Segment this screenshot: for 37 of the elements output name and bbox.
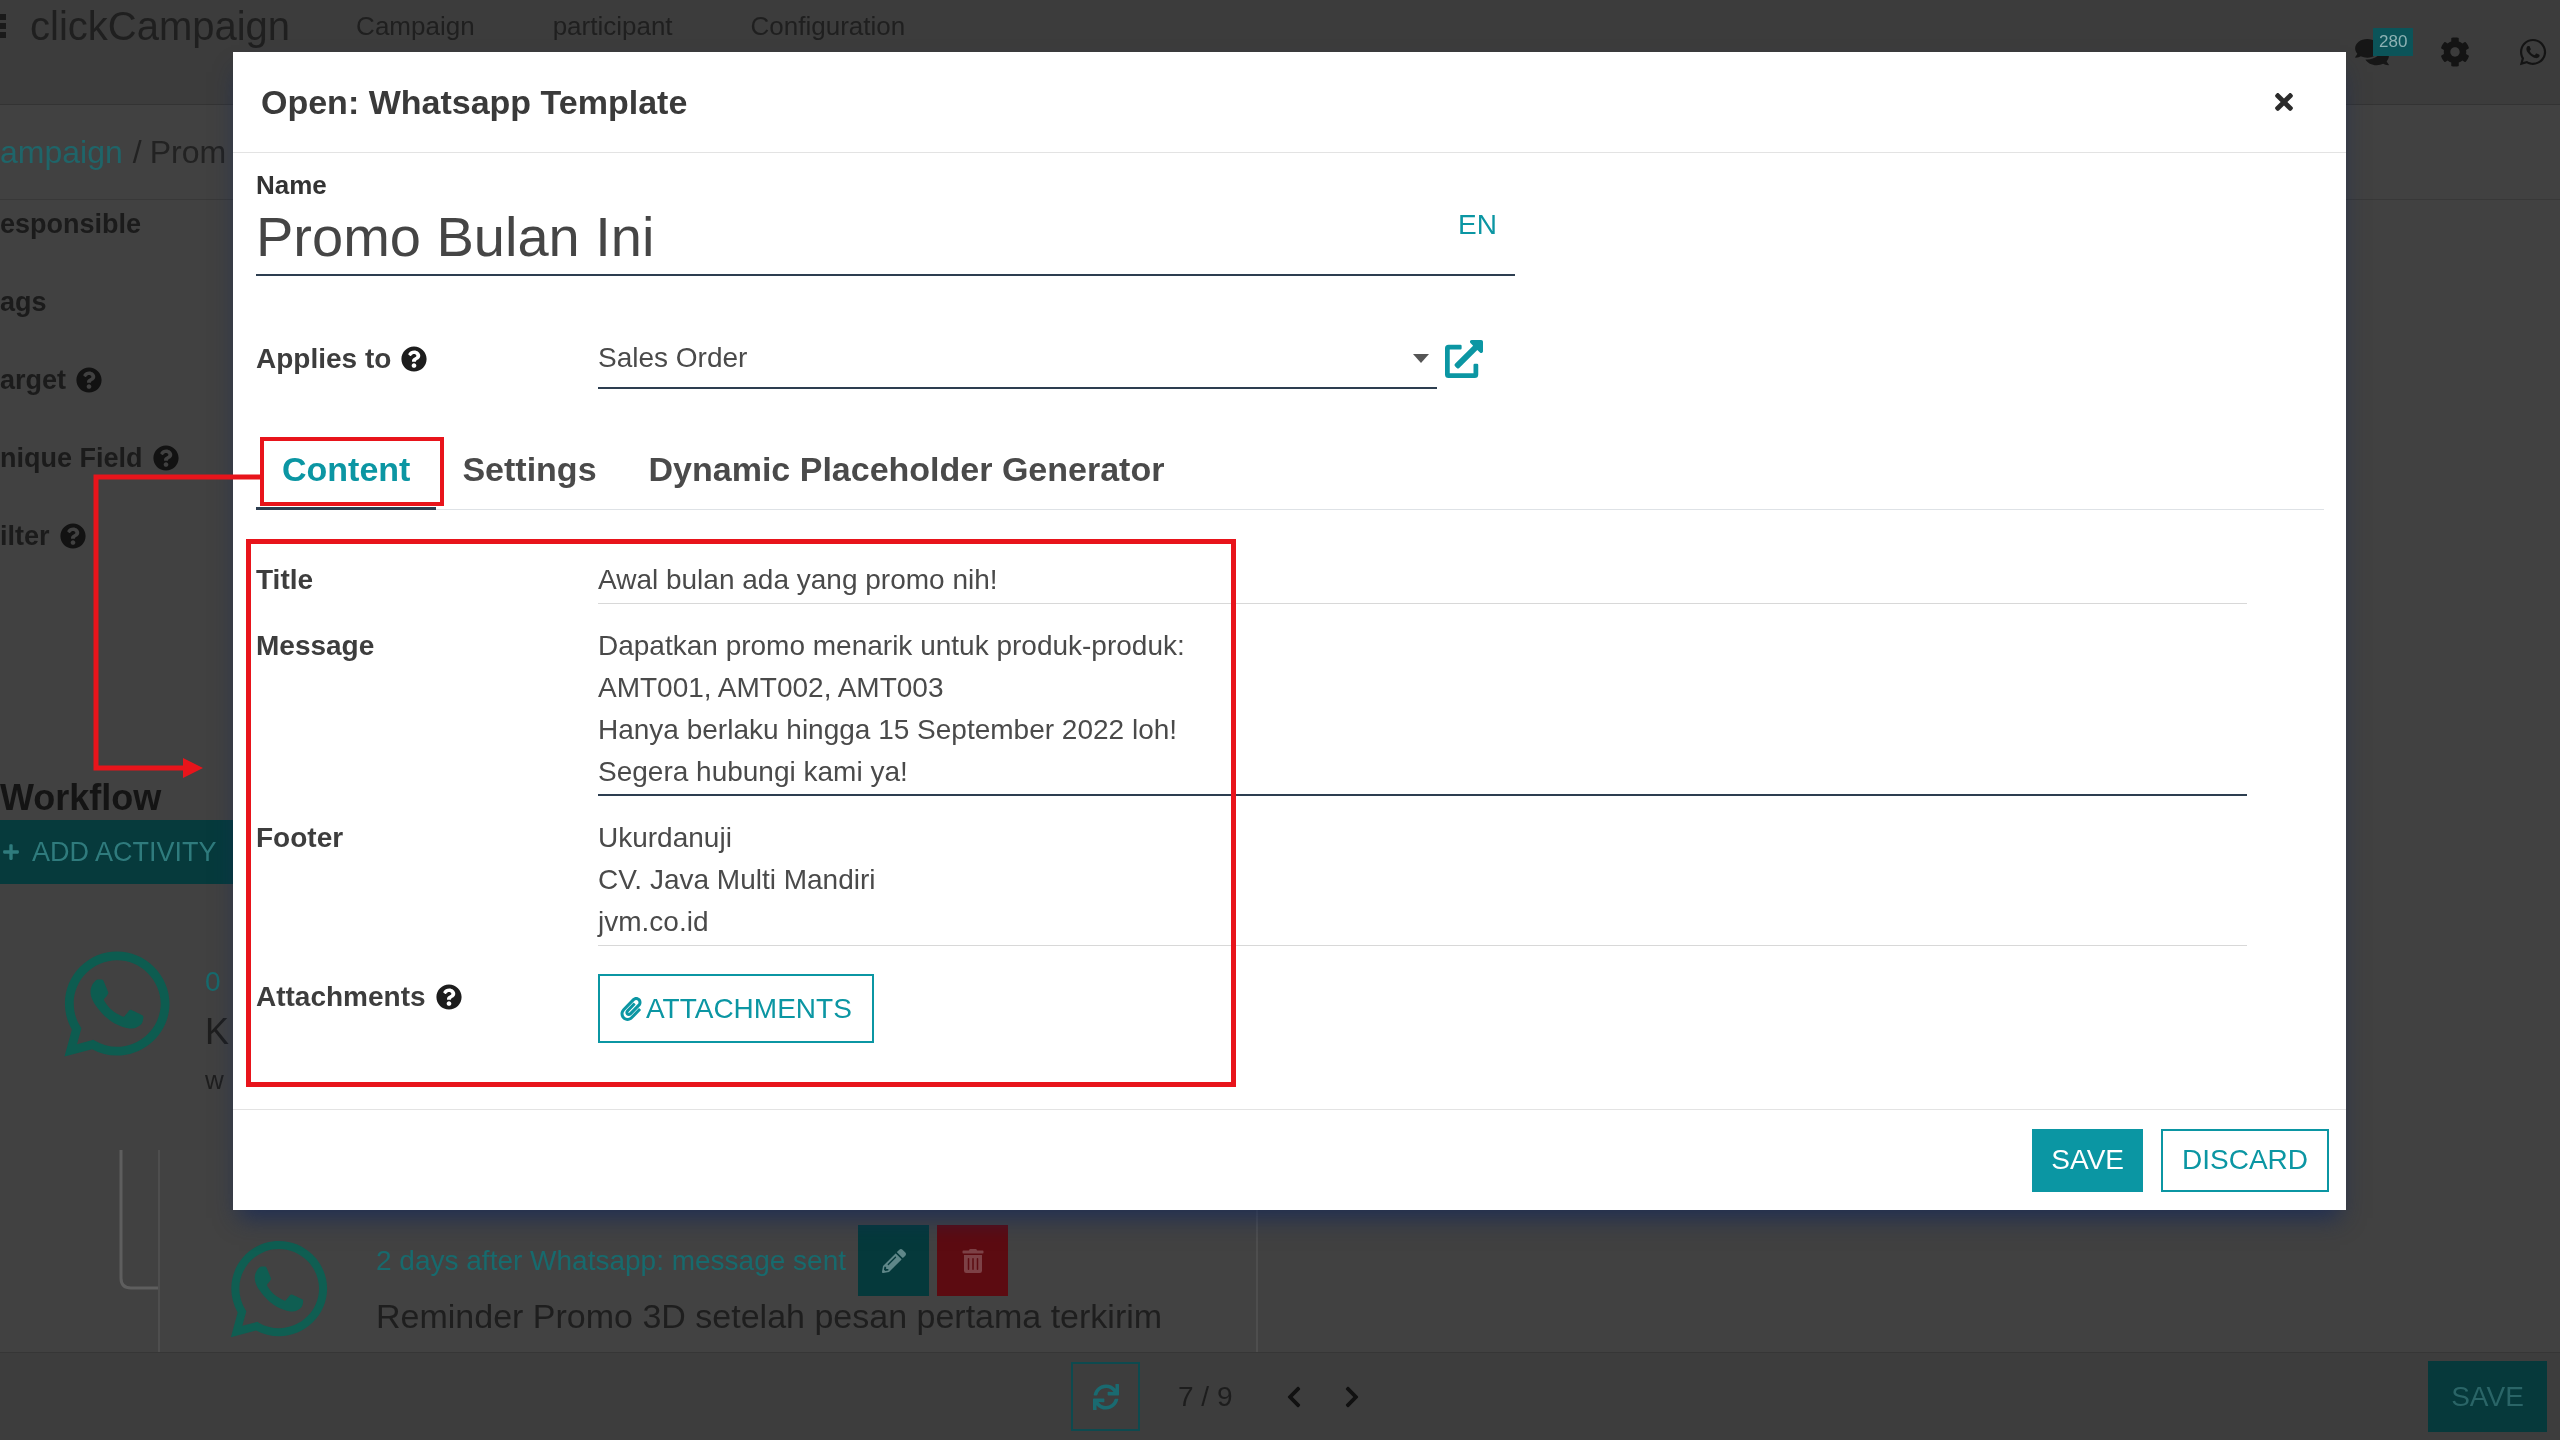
- tab[interactable]: Dynamic Placeholder Generator: [622, 432, 1191, 510]
- save-button[interactable]: SAVE: [2032, 1128, 2143, 1192]
- field-label: Message: [256, 629, 375, 663]
- add-activity-button[interactable]: ADD ACTIVITY: [0, 820, 233, 884]
- edit-button[interactable]: [858, 1225, 930, 1296]
- dots-icon[interactable]: [0, 14, 6, 38]
- paperclip-icon: [620, 996, 642, 1021]
- name-field[interactable]: Promo Bulan Ini: [256, 200, 1449, 276]
- trash-icon: [961, 1248, 984, 1273]
- message-count-badge: 280: [2373, 28, 2414, 56]
- settings-icon[interactable]: [2440, 37, 2470, 67]
- message-field[interactable]: Dapatkan promo menarik untuk produk-produk: AMT001, AMT002, AMT003 Hanya berlaku hingga 15 September 2022 loh! Segera hubungi kami ya!: [598, 625, 2247, 796]
- field-label: Name: [256, 170, 327, 200]
- help-icon[interactable]: [435, 984, 462, 1010]
- attachments-button[interactable]: ATTACHMENTS: [598, 974, 874, 1043]
- field-label: Applies to: [256, 342, 392, 376]
- delete-button[interactable]: [937, 1225, 1009, 1296]
- plus-icon: [2, 843, 20, 861]
- footer-field[interactable]: Ukurdanuji CV. Java Multi Mandiri jvm.co.id: [598, 817, 2247, 946]
- caret-icon: [1413, 353, 1429, 363]
- phone-chat-icon[interactable]: [2518, 37, 2548, 67]
- breadcrumb-separator: /: [132, 133, 142, 172]
- tab[interactable]: Content: [256, 432, 437, 510]
- discard-button[interactable]: DISCARD: [2161, 1128, 2329, 1192]
- applies-to-select[interactable]: Sales Order: [598, 329, 1437, 389]
- help-icon[interactable]: [401, 346, 428, 372]
- field-label: Attachments: [256, 980, 426, 1014]
- field-label: Footer: [256, 821, 344, 855]
- title-field[interactable]: Awal bulan ada yang promo nih!: [598, 559, 2247, 604]
- external-link-icon[interactable]: [1445, 340, 1483, 378]
- pencil-icon: [881, 1248, 906, 1273]
- refresh-button[interactable]: [1071, 1362, 1140, 1431]
- tab[interactable]: Settings: [436, 432, 623, 510]
- language-button[interactable]: EN: [1448, 200, 1515, 276]
- dialog-title: Open: Whatsapp Template: [261, 81, 688, 123]
- field-label: Title: [256, 563, 314, 597]
- refresh-icon: [1092, 1383, 1119, 1410]
